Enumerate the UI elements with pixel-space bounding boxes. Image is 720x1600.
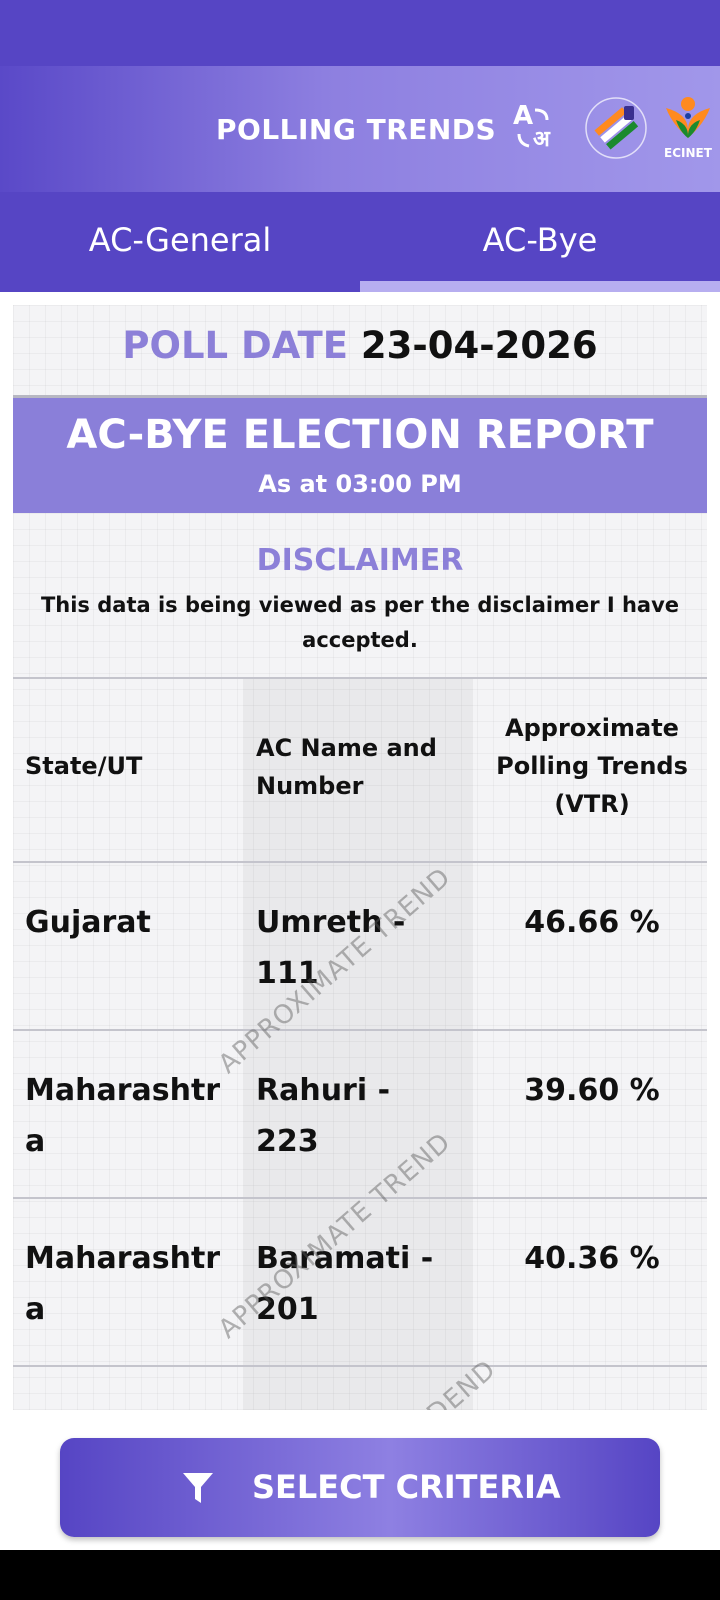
poll-date-label: POLL DATE xyxy=(122,324,349,367)
report-content[interactable]: POLL DATE 23-04-2026 AC-BYE ELECTION REP… xyxy=(13,305,707,1410)
status-bar xyxy=(0,0,720,66)
accessibility-language-icon: A अ xyxy=(513,101,551,152)
tab-selected-indicator xyxy=(360,281,720,292)
select-criteria-label: SELECT CRITERIA xyxy=(252,1468,561,1506)
cell-state: Maharashtra xyxy=(25,1073,221,1159)
table-divider xyxy=(13,1365,707,1367)
tab-ac-general[interactable]: AC-General xyxy=(0,192,360,292)
eci-logo-icon xyxy=(585,97,647,159)
ecinet-figure-icon xyxy=(666,97,710,138)
select-criteria-button[interactable]: SELECT CRITERIA xyxy=(60,1438,660,1537)
header-state: State/UT xyxy=(25,752,143,780)
report-banner: AC-BYE ELECTION REPORT As at 03:00 PM xyxy=(13,395,707,513)
header-vtr: Approximate Polling Trends (VTR) xyxy=(496,714,688,818)
poll-date-value: 23-04-2026 xyxy=(360,324,598,367)
cell-state: Gujarat xyxy=(25,905,151,940)
disclaimer-title: DISCLAIMER xyxy=(256,543,464,578)
app-title: POLLING TRENDS xyxy=(216,113,497,146)
report-title: AC-BYE ELECTION REPORT xyxy=(66,412,654,458)
cell-vtr: 46.66 % xyxy=(524,905,660,940)
svg-text:A: A xyxy=(513,101,533,131)
disclaimer-text: This data is being viewed as per the dis… xyxy=(40,593,680,652)
table-row: Maharashtra Rahuri - 223 39.60 % xyxy=(13,1029,707,1197)
ecinet-logo: ECINET xyxy=(660,94,716,164)
app-header: POLLING TRENDS A अ ECINET xyxy=(0,66,720,192)
poll-date: POLL DATE 23-04-2026 xyxy=(13,323,707,369)
table-header-row: State/UT AC Name and Number Approximate … xyxy=(13,677,707,861)
cell-vtr: 39.60 % xyxy=(524,1073,660,1108)
tab-ac-bye[interactable]: AC-Bye xyxy=(360,192,720,292)
screen: POLLING TRENDS A अ ECINET AC-General AC-… xyxy=(0,0,720,1600)
results-table: State/UT AC Name and Number Approximate … xyxy=(13,677,707,1410)
svg-text:अ: अ xyxy=(533,127,551,152)
cell-state: Maharashtra xyxy=(25,1241,221,1327)
filter-icon xyxy=(183,1473,213,1503)
navigation-bar xyxy=(0,1550,720,1600)
header-ac: AC Name and Number xyxy=(256,734,437,800)
tab-bar: AC-General AC-Bye xyxy=(0,192,720,292)
ecinet-label: ECINET xyxy=(664,146,712,160)
cell-vtr: 40.36 % xyxy=(524,1241,660,1276)
report-time: As at 03:00 PM xyxy=(258,470,462,498)
